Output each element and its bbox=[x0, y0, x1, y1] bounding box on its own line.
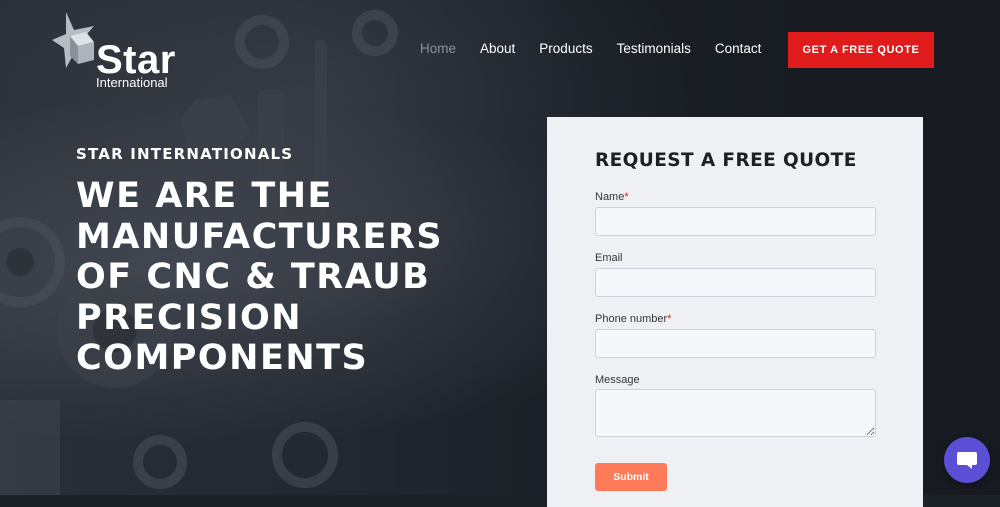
email-label: Email bbox=[595, 252, 623, 264]
nav-contact[interactable]: Contact bbox=[715, 40, 762, 58]
required-mark: * bbox=[624, 191, 629, 203]
headline-line: WE ARE THE bbox=[76, 176, 333, 216]
required-mark: * bbox=[667, 313, 672, 325]
headline-line: COMPONENTS bbox=[76, 338, 369, 378]
message-label: Message bbox=[595, 374, 640, 386]
form-title: REQUEST A FREE QUOTE bbox=[595, 150, 857, 171]
message-field[interactable] bbox=[595, 389, 876, 437]
phone-field[interactable] bbox=[595, 329, 876, 358]
submit-button[interactable]: Submit bbox=[595, 463, 667, 491]
hero-eyebrow: STAR INTERNATIONALS bbox=[76, 145, 294, 163]
name-field[interactable] bbox=[595, 207, 876, 236]
logo-subtitle: International bbox=[96, 75, 168, 90]
main-nav: Home About Products Testimonials Contact bbox=[420, 40, 785, 58]
nav-home[interactable]: Home bbox=[420, 40, 456, 58]
headline-line: OF CNC & TRAUB bbox=[76, 257, 431, 297]
headline-line: PRECISION bbox=[76, 297, 302, 338]
name-label: Name* bbox=[595, 191, 629, 203]
headline-line: MANUFACTURERS bbox=[76, 216, 444, 257]
site-logo[interactable]: Star International bbox=[52, 12, 202, 92]
chat-bubble-icon bbox=[957, 452, 977, 469]
logo-wordmark: Star bbox=[96, 38, 176, 82]
chat-widget-button[interactable] bbox=[944, 437, 990, 483]
quote-form-card: REQUEST A FREE QUOTE Name* Email Phone n… bbox=[547, 117, 923, 507]
phone-label: Phone number* bbox=[595, 313, 672, 325]
email-field[interactable] bbox=[595, 268, 876, 297]
nav-about[interactable]: About bbox=[480, 40, 515, 58]
hero-headline: WE ARE THE MANUFACTURERS OF CNC & TRAUB … bbox=[76, 176, 496, 379]
get-free-quote-button[interactable]: GET A FREE QUOTE bbox=[788, 32, 934, 68]
nav-testimonials[interactable]: Testimonials bbox=[617, 40, 691, 58]
nav-products[interactable]: Products bbox=[539, 40, 592, 58]
